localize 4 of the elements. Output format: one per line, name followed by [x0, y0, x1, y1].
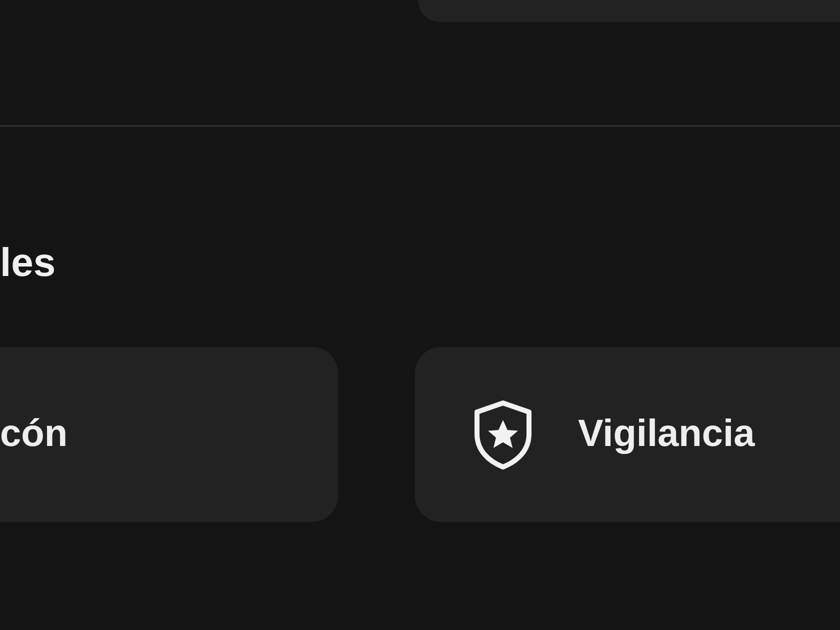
category-card[interactable]: Vigilancia	[415, 347, 840, 522]
category-card[interactable]: cón	[0, 347, 338, 522]
shield-star-icon	[473, 400, 533, 470]
section-heading: les	[0, 240, 56, 287]
